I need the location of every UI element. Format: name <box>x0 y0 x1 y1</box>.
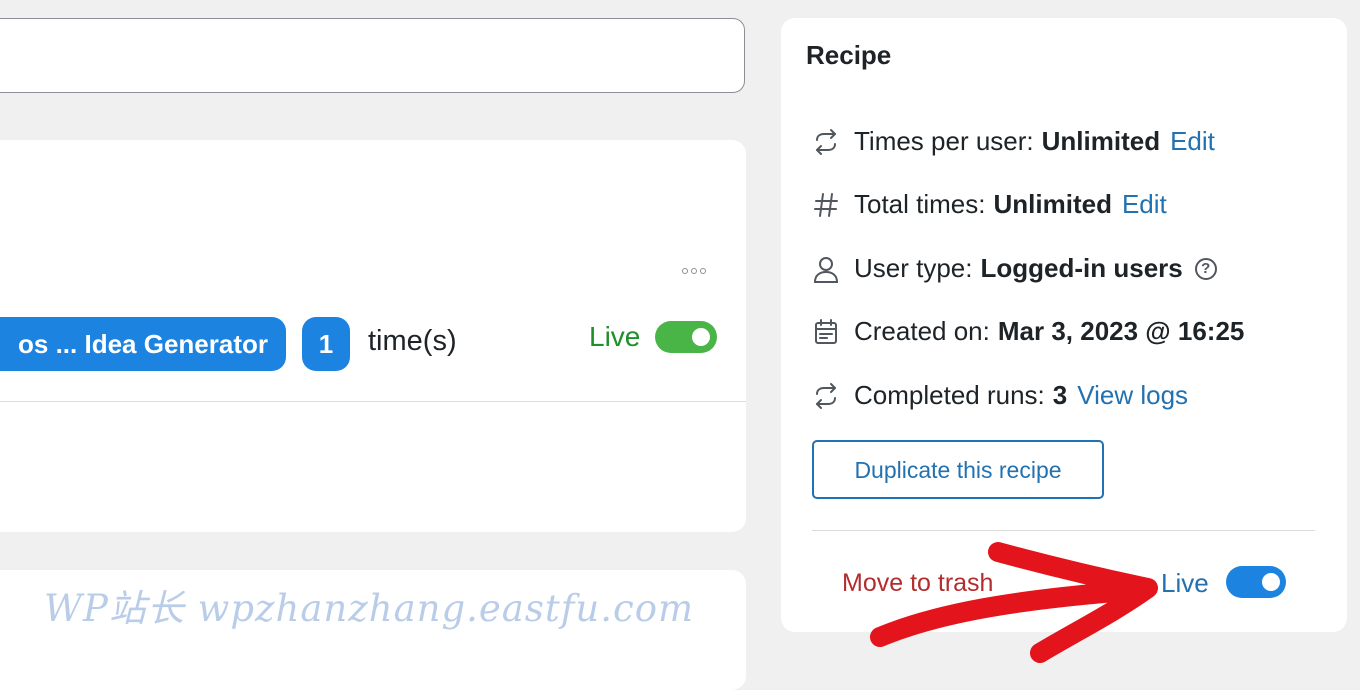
annotation-arrow-icon <box>870 542 1158 663</box>
